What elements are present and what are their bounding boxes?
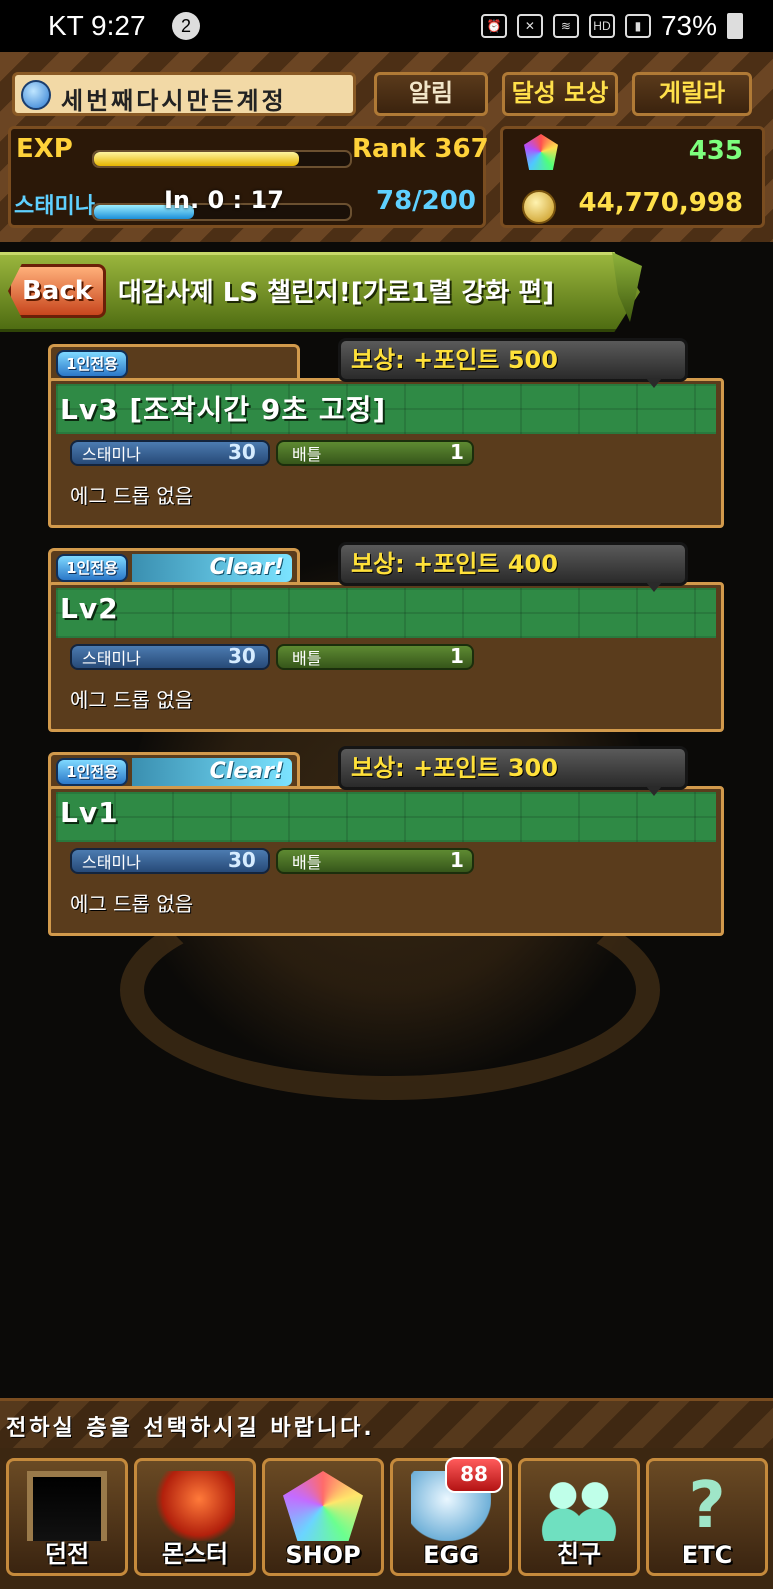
- stamina-cost-value: 30: [228, 644, 256, 668]
- nav-etc-button[interactable]: ? ETC: [646, 1458, 768, 1576]
- reward-bubble-tip: [646, 582, 662, 592]
- stamina-label: 스태미나: [14, 194, 95, 219]
- nav-label: ETC: [681, 1541, 733, 1569]
- dungeon-name-bar: [56, 588, 716, 638]
- stamina-cost-value: 30: [228, 848, 256, 872]
- dungeon-name-bar: [56, 792, 716, 842]
- question-mark-icon: ?: [688, 1469, 726, 1543]
- status-icons: ⏰ ✕ ≋ HD ▮ 73%: [480, 10, 743, 42]
- coin-icon: [522, 190, 556, 224]
- alarm-icon: ⏰: [480, 14, 507, 38]
- battle-count-value: 1: [450, 848, 464, 872]
- achievement-reward-button[interactable]: 달성 보상: [502, 72, 618, 116]
- coin-count: 44,770,998: [578, 188, 743, 218]
- clear-badge: Clear!: [132, 758, 292, 786]
- reward-bubble-tip: [646, 786, 662, 796]
- dungeon-card[interactable]: 1인전용 Clear! Lv1 보상: +포인트 300 스태미나 30 배틀 …: [48, 746, 724, 936]
- red-dragon-icon: [155, 1471, 235, 1541]
- wifi-icon: ≋: [552, 14, 579, 38]
- friends-icon: [539, 1471, 619, 1541]
- battle-count-value: 1: [450, 440, 464, 464]
- account-name: 세번째다시만든계정: [61, 87, 287, 115]
- nav-label: SHOP: [285, 1541, 361, 1569]
- stamina-cost-label: 스태미나: [82, 853, 141, 872]
- nav-label: EGG: [423, 1541, 479, 1569]
- stamina-cost-label: 스태미나: [82, 649, 141, 668]
- reward-bubble: 보상: +포인트 300: [338, 746, 688, 790]
- dungeon-card[interactable]: 1인전용 Lv3 [조작시간 9초 고정] 보상: +포인트 500 스태미나 …: [48, 338, 724, 528]
- solo-only-badge: 1인전용: [56, 350, 128, 378]
- exp-label: EXP: [16, 134, 73, 164]
- reward-bubble: 보상: +포인트 400: [338, 542, 688, 586]
- nav-friend-button[interactable]: 친구: [518, 1458, 640, 1576]
- nav-shop-button[interactable]: SHOP: [262, 1458, 384, 1576]
- clear-badge: Clear!: [132, 554, 292, 582]
- egg-drop-note: 에그 드롭 없음: [70, 484, 194, 508]
- stamina-cost-label: 스태미나: [82, 445, 141, 464]
- reward-bubble-tip: [646, 378, 662, 388]
- mute-icon: ✕: [516, 14, 543, 38]
- exp-bar-fill: [94, 152, 299, 166]
- battery-icon: [727, 13, 743, 39]
- battle-count-label: 배틀: [292, 445, 322, 464]
- signal-icon: ▮: [624, 14, 651, 38]
- page-title: 대감사제 LS 챌린지![가로1렬 강화 편]: [118, 278, 555, 308]
- magic-stone-count: 435: [688, 136, 743, 166]
- dungeon-name: Lv2: [60, 592, 119, 625]
- notification-count-badge: 2: [172, 12, 200, 40]
- solo-only-badge: 1인전용: [56, 554, 128, 582]
- egg-drop-note: 에그 드롭 없음: [70, 892, 194, 916]
- rank-label: Rank 367: [352, 134, 489, 164]
- nav-egg-button[interactable]: 88 EGG: [390, 1457, 512, 1576]
- account-avatar-icon: [21, 80, 51, 110]
- dungeon-gate-icon: [27, 1471, 107, 1541]
- carrier-time: KT 9:27: [48, 10, 146, 41]
- guerrilla-button[interactable]: 게릴라: [632, 72, 752, 116]
- dungeon-name: Lv3 [조작시간 9초 고정]: [60, 393, 387, 426]
- account-name-box[interactable]: 세번째다시만든계정: [12, 72, 356, 116]
- instruction-message: 전하실 층을 선택하시길 바랍니다.: [6, 1416, 375, 1441]
- solo-only-badge: 1인전용: [56, 758, 128, 786]
- exp-bar: [92, 150, 352, 168]
- alarm-button[interactable]: 알림: [374, 72, 488, 116]
- reward-bubble: 보상: +포인트 500: [338, 338, 688, 382]
- egg-drop-note: 에그 드롭 없음: [70, 688, 194, 712]
- egg-count-badge: 88: [445, 1457, 503, 1493]
- magic-stone-shop-icon: [283, 1471, 363, 1541]
- nav-label: 던전: [44, 1540, 90, 1568]
- stamina-cost-value: 30: [228, 440, 256, 464]
- status-bar: KT 9:27 2 ⏰ ✕ ≋ HD ▮ 73%: [0, 0, 773, 52]
- battle-count-label: 배틀: [292, 853, 322, 872]
- hd-icon: HD: [588, 14, 615, 38]
- nav-label: 몬스터: [161, 1540, 229, 1568]
- stamina-value: 78/200: [376, 186, 476, 216]
- dungeon-card[interactable]: 1인전용 Clear! Lv2 보상: +포인트 400 스태미나 30 배틀 …: [48, 542, 724, 732]
- battery-percent: 73%: [660, 10, 717, 41]
- battle-count-value: 1: [450, 644, 464, 668]
- nav-dungeon-button[interactable]: 던전: [6, 1458, 128, 1576]
- back-button[interactable]: Back: [8, 264, 106, 318]
- nav-label: 친구: [556, 1540, 602, 1568]
- battle-count-label: 배틀: [292, 649, 322, 668]
- nav-monster-button[interactable]: 몬스터: [134, 1458, 256, 1576]
- dungeon-name: Lv1: [60, 796, 119, 829]
- stamina-timer: In. 0 : 17: [164, 186, 284, 214]
